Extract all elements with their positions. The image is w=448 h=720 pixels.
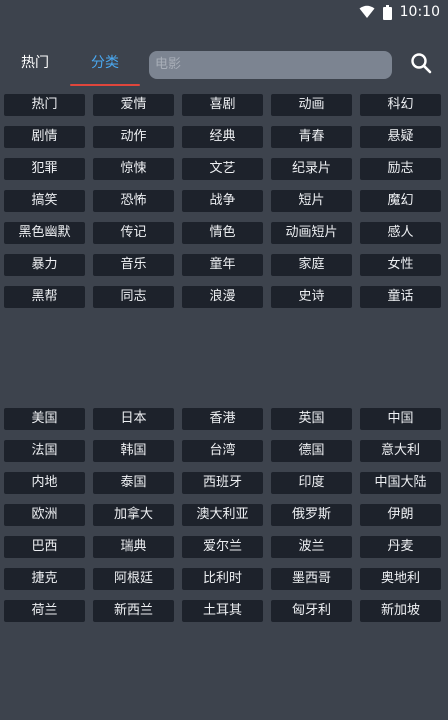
genre-chip[interactable]: 动画 bbox=[271, 94, 352, 116]
region-chip[interactable]: 内地 bbox=[4, 472, 85, 494]
genre-chip[interactable]: 感人 bbox=[360, 222, 441, 244]
region-chip[interactable]: 奥地利 bbox=[360, 568, 441, 590]
region-chip[interactable]: 阿根廷 bbox=[93, 568, 174, 590]
region-chip[interactable]: 欧洲 bbox=[4, 504, 85, 526]
region-grid: 美国 日本 香港 英国 中国法国 韩国 台湾 德国 意大利内地 泰国 西班牙 印度 中国大陆欧洲 加拿大澳… bbox=[4, 408, 444, 622]
search-icon bbox=[410, 52, 432, 78]
genre-chip[interactable]: 童话 bbox=[360, 286, 441, 308]
region-chip[interactable]: 中国大陆 bbox=[360, 472, 441, 494]
genre-chip[interactable]: 女性 bbox=[360, 254, 441, 276]
genre-chip[interactable]: 悬疑 bbox=[360, 126, 441, 148]
region-chip[interactable]: 台湾 bbox=[182, 440, 263, 462]
region-chip[interactable]: 捷克 bbox=[4, 568, 85, 590]
tab-category[interactable]: 分类 bbox=[70, 40, 140, 86]
genre-chip[interactable]: 搞笑 bbox=[4, 190, 85, 212]
genre-chip[interactable]: 励志 bbox=[360, 158, 441, 180]
region-chip[interactable]: 荷兰 bbox=[4, 600, 85, 622]
genre-chip[interactable]: 情色 bbox=[182, 222, 263, 244]
search-input[interactable]: 电影 bbox=[149, 51, 392, 79]
region-chip[interactable]: 德国 bbox=[271, 440, 352, 462]
region-chip[interactable]: 西班牙 bbox=[182, 472, 263, 494]
region-chip[interactable]: 英国 bbox=[271, 408, 352, 430]
genre-chip[interactable]: 动画短片 bbox=[271, 222, 352, 244]
genre-chip[interactable]: 文艺 bbox=[182, 158, 263, 180]
genre-chip[interactable]: 热门 bbox=[4, 94, 85, 116]
genre-chip[interactable]: 魔幻 bbox=[360, 190, 441, 212]
genre-chip[interactable]: 纪录片 bbox=[271, 158, 352, 180]
genre-chip[interactable]: 暴力 bbox=[4, 254, 85, 276]
region-chip[interactable]: 新西兰 bbox=[93, 600, 174, 622]
region-chip[interactable]: 泰国 bbox=[93, 472, 174, 494]
tab-hot[interactable]: 热门 bbox=[6, 40, 64, 86]
active-tab-indicator bbox=[70, 84, 140, 86]
genre-chip[interactable]: 家庭 bbox=[271, 254, 352, 276]
genre-chip[interactable]: 犯罪 bbox=[4, 158, 85, 180]
genre-chip[interactable]: 爱情 bbox=[93, 94, 174, 116]
search-button[interactable] bbox=[408, 52, 434, 78]
genre-chip[interactable]: 剧情 bbox=[4, 126, 85, 148]
header: 热门 分类 电影 bbox=[0, 40, 448, 90]
genre-chip[interactable]: 惊悚 bbox=[93, 158, 174, 180]
genre-chip[interactable]: 同志 bbox=[93, 286, 174, 308]
genre-chip[interactable]: 动作 bbox=[93, 126, 174, 148]
region-chip[interactable]: 新加坡 bbox=[360, 600, 441, 622]
region-chip[interactable]: 日本 bbox=[93, 408, 174, 430]
genre-chip[interactable]: 童年 bbox=[182, 254, 263, 276]
region-chip[interactable]: 法国 bbox=[4, 440, 85, 462]
genre-chip[interactable]: 音乐 bbox=[93, 254, 174, 276]
region-chip[interactable]: 韩国 bbox=[93, 440, 174, 462]
genre-chip[interactable]: 喜剧 bbox=[182, 94, 263, 116]
region-chip[interactable]: 俄罗斯 bbox=[271, 504, 352, 526]
region-chip[interactable]: 土耳其 bbox=[182, 600, 263, 622]
region-chip[interactable]: 匈牙利 bbox=[271, 600, 352, 622]
genre-chip[interactable]: 恐怖 bbox=[93, 190, 174, 212]
status-bar: 10:10 bbox=[0, 0, 448, 24]
genre-grid: 热门 爱情 喜剧 动画 科幻剧情 动作 经典 青春 悬疑犯罪 惊悚 文艺 纪录片 励志搞笑 恐怖 战争 短片魔… bbox=[4, 94, 444, 308]
region-chip[interactable]: 巴西 bbox=[4, 536, 85, 558]
region-chip[interactable]: 瑞典 bbox=[93, 536, 174, 558]
region-chip[interactable]: 澳大利亚 bbox=[182, 504, 263, 526]
genre-chip[interactable]: 黑色幽默 bbox=[4, 222, 85, 244]
region-chip[interactable]: 爱尔兰 bbox=[182, 536, 263, 558]
genre-chip[interactable]: 黑帮 bbox=[4, 286, 85, 308]
genre-chip[interactable]: 史诗 bbox=[271, 286, 352, 308]
status-time: 10:10 bbox=[399, 4, 440, 20]
genre-chip[interactable]: 青春 bbox=[271, 126, 352, 148]
region-chip[interactable]: 比利时 bbox=[182, 568, 263, 590]
region-chip[interactable]: 丹麦 bbox=[360, 536, 441, 558]
region-chip[interactable]: 墨西哥 bbox=[271, 568, 352, 590]
genre-chip[interactable]: 战争 bbox=[182, 190, 263, 212]
region-chip[interactable]: 香港 bbox=[182, 408, 263, 430]
region-chip[interactable]: 美国 bbox=[4, 408, 85, 430]
region-chip[interactable]: 伊朗 bbox=[360, 504, 441, 526]
region-chip[interactable]: 加拿大 bbox=[93, 504, 174, 526]
region-chip[interactable]: 波兰 bbox=[271, 536, 352, 558]
genre-chip[interactable]: 浪漫 bbox=[182, 286, 263, 308]
region-chip[interactable]: 印度 bbox=[271, 472, 352, 494]
region-chip[interactable]: 中国 bbox=[360, 408, 441, 430]
genre-chip[interactable]: 科幻 bbox=[360, 94, 441, 116]
genre-chip[interactable]: 传记 bbox=[93, 222, 174, 244]
genre-chip[interactable]: 经典 bbox=[182, 126, 263, 148]
wifi-icon bbox=[359, 5, 375, 19]
region-chip[interactable]: 意大利 bbox=[360, 440, 441, 462]
genre-chip[interactable]: 短片 bbox=[271, 190, 352, 212]
battery-icon bbox=[382, 4, 392, 20]
